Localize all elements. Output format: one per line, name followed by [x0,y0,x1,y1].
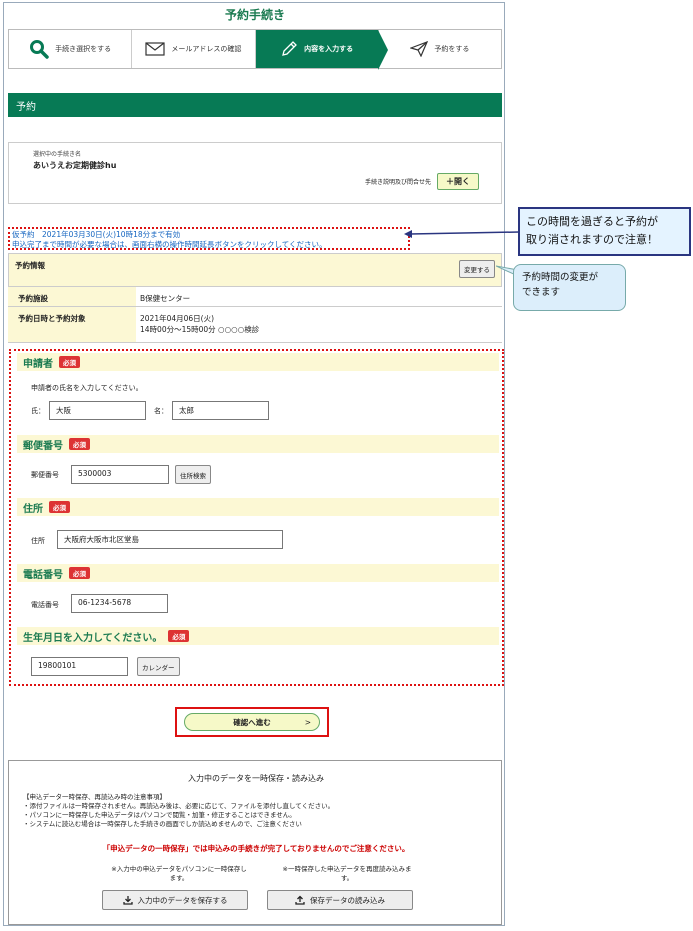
temp-save-notes: 【申込データ一時保存、再読込み時の注意事項】 ・添付ファイルは一時保存されません… [23,793,334,829]
save-note-line: ※入力中の申込データをパソコンに一時保存し [111,865,247,873]
provisional-notice: 仮予約 2021年03月30日(火)10時18分まで有効 申込完了まで時間が必要… [8,227,410,250]
step-select-procedure: 手続き選択をする [9,30,133,68]
address-title: 住所 [23,503,43,515]
input-form-area: 申請者 必須 申請者の氏名を入力してください。 氏： 大阪 名： 太郎 郵便番号… [9,349,504,686]
required-badge: 必須 [168,630,190,642]
save-note-line: ます。 [169,874,189,882]
step-label: メールアドレスの確認 [171,45,242,53]
temp-save-title: 入力中のデータを一時保存・読み込み [188,774,324,783]
reservation-header: 予約情報 変更する [8,253,502,287]
search-icon [30,40,49,59]
facility-value: B保健センター [140,294,191,303]
load-data-label: 保存データの読み込み [310,895,385,905]
last-name-label: 氏： [31,407,45,415]
reservation-facility-row: 予約施設 B保健センター [8,287,502,307]
procedure-label: 選択中の手続き名 [33,151,82,158]
callout-line: 取り消されますので注意！ [526,233,658,246]
send-icon [410,41,429,57]
pencil-icon [282,41,298,56]
load-note: ※一時保存した申込データを再度読み込みま す。 [267,865,427,883]
step-label: 内容を入力する [304,45,354,53]
date-value: 2021年04月06日(火) [140,314,215,323]
first-name-input[interactable]: 太郎 [172,401,269,420]
applicant-title: 申請者 [23,358,53,370]
notes-header: 【申込データ一時保存、再読込み時の注意事項】 [23,793,166,801]
page-title: 予約手続き [224,8,285,22]
callout-line: できます [522,287,561,298]
next-button-highlight: 確認へ進む > [175,707,329,737]
birthday-heading: 生年月日を入力してください。 必須 [17,627,499,645]
calendar-button[interactable]: カレンダー [137,657,180,676]
upload-icon [295,895,305,905]
datetime-label: 予約日時と予約対象 [8,307,136,342]
callout-arrow-icon [404,230,520,238]
load-data-button[interactable]: 保存データの読み込み [267,890,413,910]
postal-heading: 郵便番号 必須 [17,435,499,453]
expiry-callout: この時間を過ぎると予約が 取り消されますので注意！ [518,207,691,256]
phone-title: 電話番号 [23,569,63,581]
step-label: 予約をする [434,45,470,53]
chevron-right-icon: > [304,717,311,727]
selected-procedure-box: 選択中の手続き名 あいうえお定期健診hu 手続き説明及び問合せ先 ＋開く [8,142,502,204]
facility-label: 予約施設 [8,287,136,306]
confirm-next-button[interactable]: 確認へ進む > [184,713,320,731]
note-item: ・パソコンに一時保存した申込データはパソコンで閲覧・加筆・修正することはできませ… [23,811,296,819]
procedure-name: あいうえお定期健診hu [33,161,117,170]
datetime-value: 2021年04月06日(火) 14時00分～15時00分 ○○○○検診 [136,307,263,342]
step-enter-content: 内容を入力する [255,30,389,70]
address-search-button[interactable]: 住所検索 [175,465,211,484]
required-badge: 必須 [49,501,70,513]
notice-expiry: 仮予約 2021年03月30日(火)10時18分まで有効 [12,230,181,239]
step-confirm-email: メールアドレスの確認 [132,30,256,68]
load-note-line: ※一時保存した申込データを再度読み込みま [282,865,412,873]
address-label: 住所 [31,537,45,545]
applicant-desc: 申請者の氏名を入力してください。 [31,384,143,392]
required-badge: 必須 [59,356,80,368]
load-note-line: す。 [340,874,354,882]
open-button[interactable]: ＋開く [437,173,479,190]
save-data-label: 入力中のデータを保存する [137,895,228,905]
progress-steps: 手続き選択をする メールアドレスの確認 内容を入力する 予約をする [8,29,502,70]
step-reserve: 予約をする [379,30,501,68]
section-title: 予約 [8,93,502,117]
postal-input[interactable]: 5300003 [71,465,169,484]
temp-save-warning: 「申込データの一時保存」では申込みの手続きが完了しておりませんのでご注意ください… [102,844,410,853]
last-name-input[interactable]: 大阪 [49,401,146,420]
download-icon [122,896,133,905]
change-button[interactable]: 変更する [459,260,495,278]
time-value: 14時00分～15時00分 ○○○○検診 [140,325,260,334]
temp-save-box: 入力中のデータを一時保存・読み込み 【申込データ一時保存、再読込み時の注意事項】… [8,760,502,925]
note-item: ・システムに読込む場合は一時保存した手続きの画面でしか読込めませんので、ご注意く… [23,820,302,828]
required-badge: 必須 [69,438,90,450]
save-note: ※入力中の申込データをパソコンに一時保存し ます。 [99,865,259,883]
note-item: ・添付ファイルは一時保存されません。再読込み後は、必要に応じて、ファイルを添付し… [23,802,335,810]
address-input[interactable]: 大阪府大阪市北区堂島 [57,530,283,549]
callout-line: 予約時間の変更が [522,272,599,283]
phone-label: 電話番号 [31,601,59,609]
change-callout: 予約時間の変更が できます [513,264,626,311]
step-label: 手続き選択をする [55,45,112,53]
envelope-icon [145,42,165,56]
save-data-button[interactable]: 入力中のデータを保存する [102,890,248,910]
postal-label: 郵便番号 [31,471,59,479]
phone-heading: 電話番号 必須 [17,564,499,582]
confirm-next-label: 確認へ進む [233,717,271,727]
callout-line: この時間を過ぎると予約が [526,215,658,228]
reservation-header-label: 予約情報 [15,261,45,270]
applicant-heading: 申請者 必須 [17,353,499,371]
birthday-title: 生年月日を入力してください。 [23,632,163,644]
first-name-label: 名： [154,407,168,415]
postal-title: 郵便番号 [23,440,63,452]
notice-extend: 申込完了まで時間が必要な場合は、画面右横の操作時間延長ボタンをクリックしてくださ… [12,240,327,249]
phone-input[interactable]: 06-1234-5678 [71,594,168,613]
procedure-info-label: 手続き説明及び問合せ先 [364,179,431,186]
procedure-info-row: 手続き説明及び問合せ先 ＋開く [365,173,479,190]
birthday-input[interactable]: 19800101 [31,657,128,676]
address-heading: 住所 必須 [17,498,499,516]
required-badge: 必須 [69,567,90,579]
reservation-datetime-row: 予約日時と予約対象 2021年04月06日(火) 14時00分～15時00分 ○… [8,307,502,343]
